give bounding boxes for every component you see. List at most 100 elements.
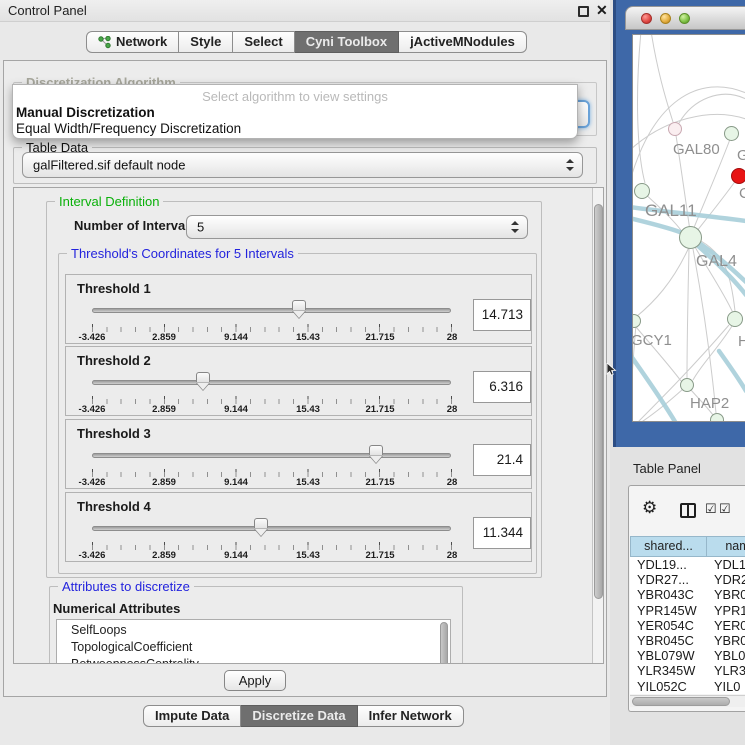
list-item[interactable]: BetweennessCentrality: [71, 657, 199, 664]
table-row[interactable]: YBL079WYBL0: [630, 648, 745, 663]
tab-cyni-label: Cyni Toolbox: [306, 32, 387, 52]
slider-thumb[interactable]: [196, 372, 210, 382]
node-label-h-partial: H: [738, 333, 745, 350]
table-row[interactable]: YER054CYER0: [630, 618, 745, 633]
cell-name: YIL0: [706, 679, 740, 694]
zoom-traffic-light-icon[interactable]: [679, 13, 690, 24]
slider-track[interactable]: [92, 526, 451, 531]
tick-label: 21.715: [365, 550, 394, 561]
node-label-ga-partial: GA: [737, 147, 745, 164]
slider-thumb[interactable]: [369, 445, 383, 455]
tick-label: 21.715: [365, 332, 394, 343]
slider-track[interactable]: [92, 380, 451, 385]
node-gal4[interactable]: [679, 226, 702, 249]
threshold-4-value-field[interactable]: 11.344: [473, 517, 531, 549]
table-row[interactable]: YPR145WYPR1: [630, 603, 745, 618]
close-icon[interactable]: ✕: [596, 2, 608, 19]
float-window-icon[interactable]: [578, 6, 589, 17]
gear-icon[interactable]: ⚙: [642, 498, 657, 518]
tab-select[interactable]: Select: [233, 31, 294, 53]
network-window-titlebar[interactable]: [625, 6, 745, 30]
slider-tick-labels: -3.426 2.859 9.144 15.43 21.715 28: [92, 404, 452, 415]
table-row[interactable]: YBR045CYBR0: [630, 633, 745, 648]
table-data-combobox[interactable]: galFiltered.sif default node: [22, 152, 583, 178]
algorithm-option-equal-width[interactable]: Equal Width/Frequency Discretization: [16, 121, 241, 136]
close-traffic-light-icon[interactable]: [641, 13, 652, 24]
minimize-traffic-light-icon[interactable]: [660, 13, 671, 24]
checkbox-icon[interactable]: ☑: [705, 501, 717, 517]
tab-style[interactable]: Style: [179, 31, 233, 53]
network-canvas[interactable]: GAL80 GA GAL11 C GAL4 GCY1 H HAP2: [632, 34, 745, 422]
slider-thumb[interactable]: [254, 518, 268, 528]
node-right-mid[interactable]: [727, 311, 743, 327]
tick-label: 15.43: [296, 550, 320, 561]
threshold-4-slider[interactable]: [92, 515, 451, 541]
threshold-3-panel: Threshold 3 -3.426 2.859 9.144 15.43 21.…: [65, 419, 532, 489]
slider-track[interactable]: [92, 453, 451, 458]
list-item[interactable]: TopologicalCoefficient: [71, 640, 192, 654]
threshold-1-panel: Threshold 1 -3.426 2.859 9.144 15.43 21.…: [65, 274, 532, 344]
node-hap2[interactable]: [680, 378, 694, 392]
table-row[interactable]: YDL19...YDL1: [630, 557, 745, 572]
number-of-intervals-combobox[interactable]: 5: [186, 215, 528, 239]
column-header-name[interactable]: name: [706, 536, 745, 557]
tab-infer-network[interactable]: Infer Network: [358, 705, 464, 727]
cell-name: YER0: [706, 618, 745, 633]
tick-label: 15.43: [296, 477, 320, 488]
table-row[interactable]: YBR043CYBR0: [630, 587, 745, 602]
tab-cyni-toolbox[interactable]: Cyni Toolbox: [295, 31, 399, 53]
slider-track[interactable]: [92, 308, 451, 313]
table-data-value: galFiltered.sif default node: [33, 158, 185, 173]
tab-style-label: Style: [190, 32, 221, 52]
top-tab-bar: Network Style Select Cyni Toolbox jActiv…: [86, 31, 527, 53]
apply-button[interactable]: Apply: [224, 670, 286, 691]
threshold-2-value-field[interactable]: 6.316: [473, 371, 531, 403]
threshold-3-value-field[interactable]: 21.4: [473, 444, 531, 476]
tab-jactivemnodules[interactable]: jActiveMNodules: [399, 31, 527, 53]
table-hscrollbar-thumb[interactable]: [632, 697, 730, 706]
node-gal80[interactable]: [668, 122, 682, 136]
threshold-2-slider[interactable]: [92, 369, 451, 395]
checkbox-icon[interactable]: ☑: [719, 501, 731, 517]
cell-name: YPR1: [706, 603, 745, 618]
cell-name: YDL1: [706, 557, 745, 572]
node-label-gal11: GAL11: [645, 201, 697, 221]
tab-select-label: Select: [244, 32, 282, 52]
node-bottom[interactable]: [710, 413, 724, 422]
tab-discretize-label: Discretize Data: [252, 706, 345, 726]
node-label-gcy1: GCY1: [632, 332, 672, 349]
list-scrollbar[interactable]: [440, 622, 448, 664]
table-row[interactable]: YIL052CYIL0: [630, 679, 745, 694]
tab-jactive-label: jActiveMNodules: [410, 32, 515, 52]
column-header-shared-name[interactable]: shared...: [630, 536, 707, 557]
threshold-3-slider[interactable]: [92, 442, 451, 468]
control-panel-titlebar: Control Panel ✕: [0, 0, 610, 22]
algorithm-option-manual[interactable]: Manual Discretization: [16, 105, 155, 120]
thresholds-coordinates-title: Threshold's Coordinates for 5 Intervals: [67, 246, 298, 261]
tick-label: -3.426: [79, 550, 106, 561]
list-item[interactable]: SelfLoops: [71, 623, 127, 637]
slider-thumb[interactable]: [292, 300, 306, 310]
tick-label: 2.859: [152, 332, 176, 343]
cell-name: YBR0: [706, 587, 745, 602]
table-row[interactable]: YDR27...YDR2: [630, 572, 745, 587]
node-label-gal4: GAL4: [696, 253, 737, 271]
table-row[interactable]: YLR345WYLR3: [630, 663, 745, 678]
threshold-1-slider[interactable]: [92, 297, 451, 323]
cell-shared: YBR043C: [630, 587, 706, 602]
cell-shared: YPR145W: [630, 603, 706, 618]
tick-label: 9.144: [224, 332, 248, 343]
node-selected-red[interactable]: [731, 168, 745, 184]
tab-impute-data[interactable]: Impute Data: [143, 705, 241, 727]
tick-label: 28: [447, 477, 458, 488]
node-top-right[interactable]: [724, 126, 739, 141]
cell-name: YBR0: [706, 633, 745, 648]
settings-scrollbar-thumb[interactable]: [594, 204, 603, 599]
split-view-icon[interactable]: [680, 503, 696, 518]
tab-network[interactable]: Network: [86, 31, 179, 53]
slider-tick-labels: -3.426 2.859 9.144 15.43 21.715 28: [92, 477, 452, 488]
slider-tick-labels: -3.426 2.859 9.144 15.43 21.715 28: [92, 332, 452, 343]
threshold-1-value-field[interactable]: 14.713: [473, 299, 531, 331]
tab-discretize-data[interactable]: Discretize Data: [241, 705, 357, 727]
node-gal11[interactable]: [634, 183, 650, 199]
